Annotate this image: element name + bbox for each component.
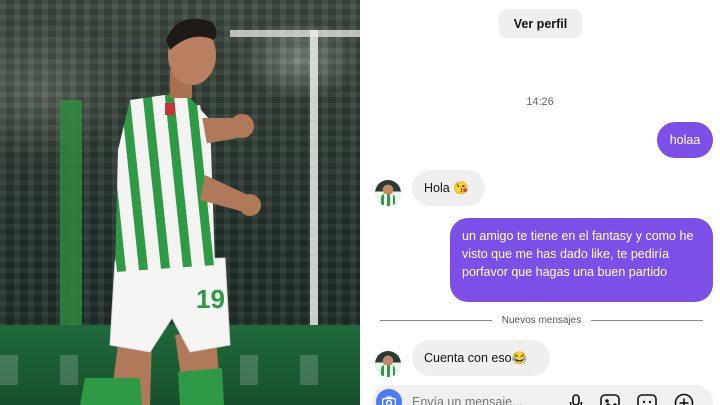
microphone-icon — [569, 394, 583, 405]
player-photo: 19 — [0, 0, 360, 405]
incoming-message[interactable]: Hola 😘 — [412, 170, 485, 206]
incoming-message[interactable]: Cuenta con eso😂 — [412, 340, 550, 376]
view-profile-button[interactable]: Ver perfil — [499, 9, 582, 38]
message-text: Hola 😘 — [424, 180, 469, 195]
sticker-icon — [637, 394, 657, 405]
microphone-button[interactable] — [565, 393, 587, 405]
new-messages-label: Nuevos mensajes — [501, 314, 582, 326]
image-icon — [600, 394, 620, 405]
gallery-button[interactable] — [599, 393, 621, 405]
add-icon — [674, 393, 694, 405]
divider-line — [380, 319, 492, 321]
message-input[interactable] — [412, 394, 562, 405]
add-button[interactable] — [673, 393, 695, 405]
message-text: holaa — [669, 133, 701, 147]
message-timestamp: 14:26 — [526, 96, 554, 108]
sticker-button[interactable] — [636, 393, 658, 405]
avatar[interactable] — [375, 180, 401, 206]
avatar[interactable] — [375, 351, 401, 377]
message-text: un amigo te tiene en el fantasy y como h… — [462, 229, 694, 279]
outgoing-message[interactable]: un amigo te tiene en el fantasy y como h… — [450, 218, 713, 302]
player-figure: 19 — [80, 18, 261, 405]
message-text: Cuenta con eso😂 — [424, 350, 528, 365]
outgoing-message[interactable]: holaa — [657, 122, 713, 158]
divider-line — [591, 319, 704, 321]
jersey-number: 19 — [196, 284, 225, 314]
camera-icon — [382, 396, 396, 405]
new-messages-divider: Nuevos mensajes — [380, 313, 704, 327]
